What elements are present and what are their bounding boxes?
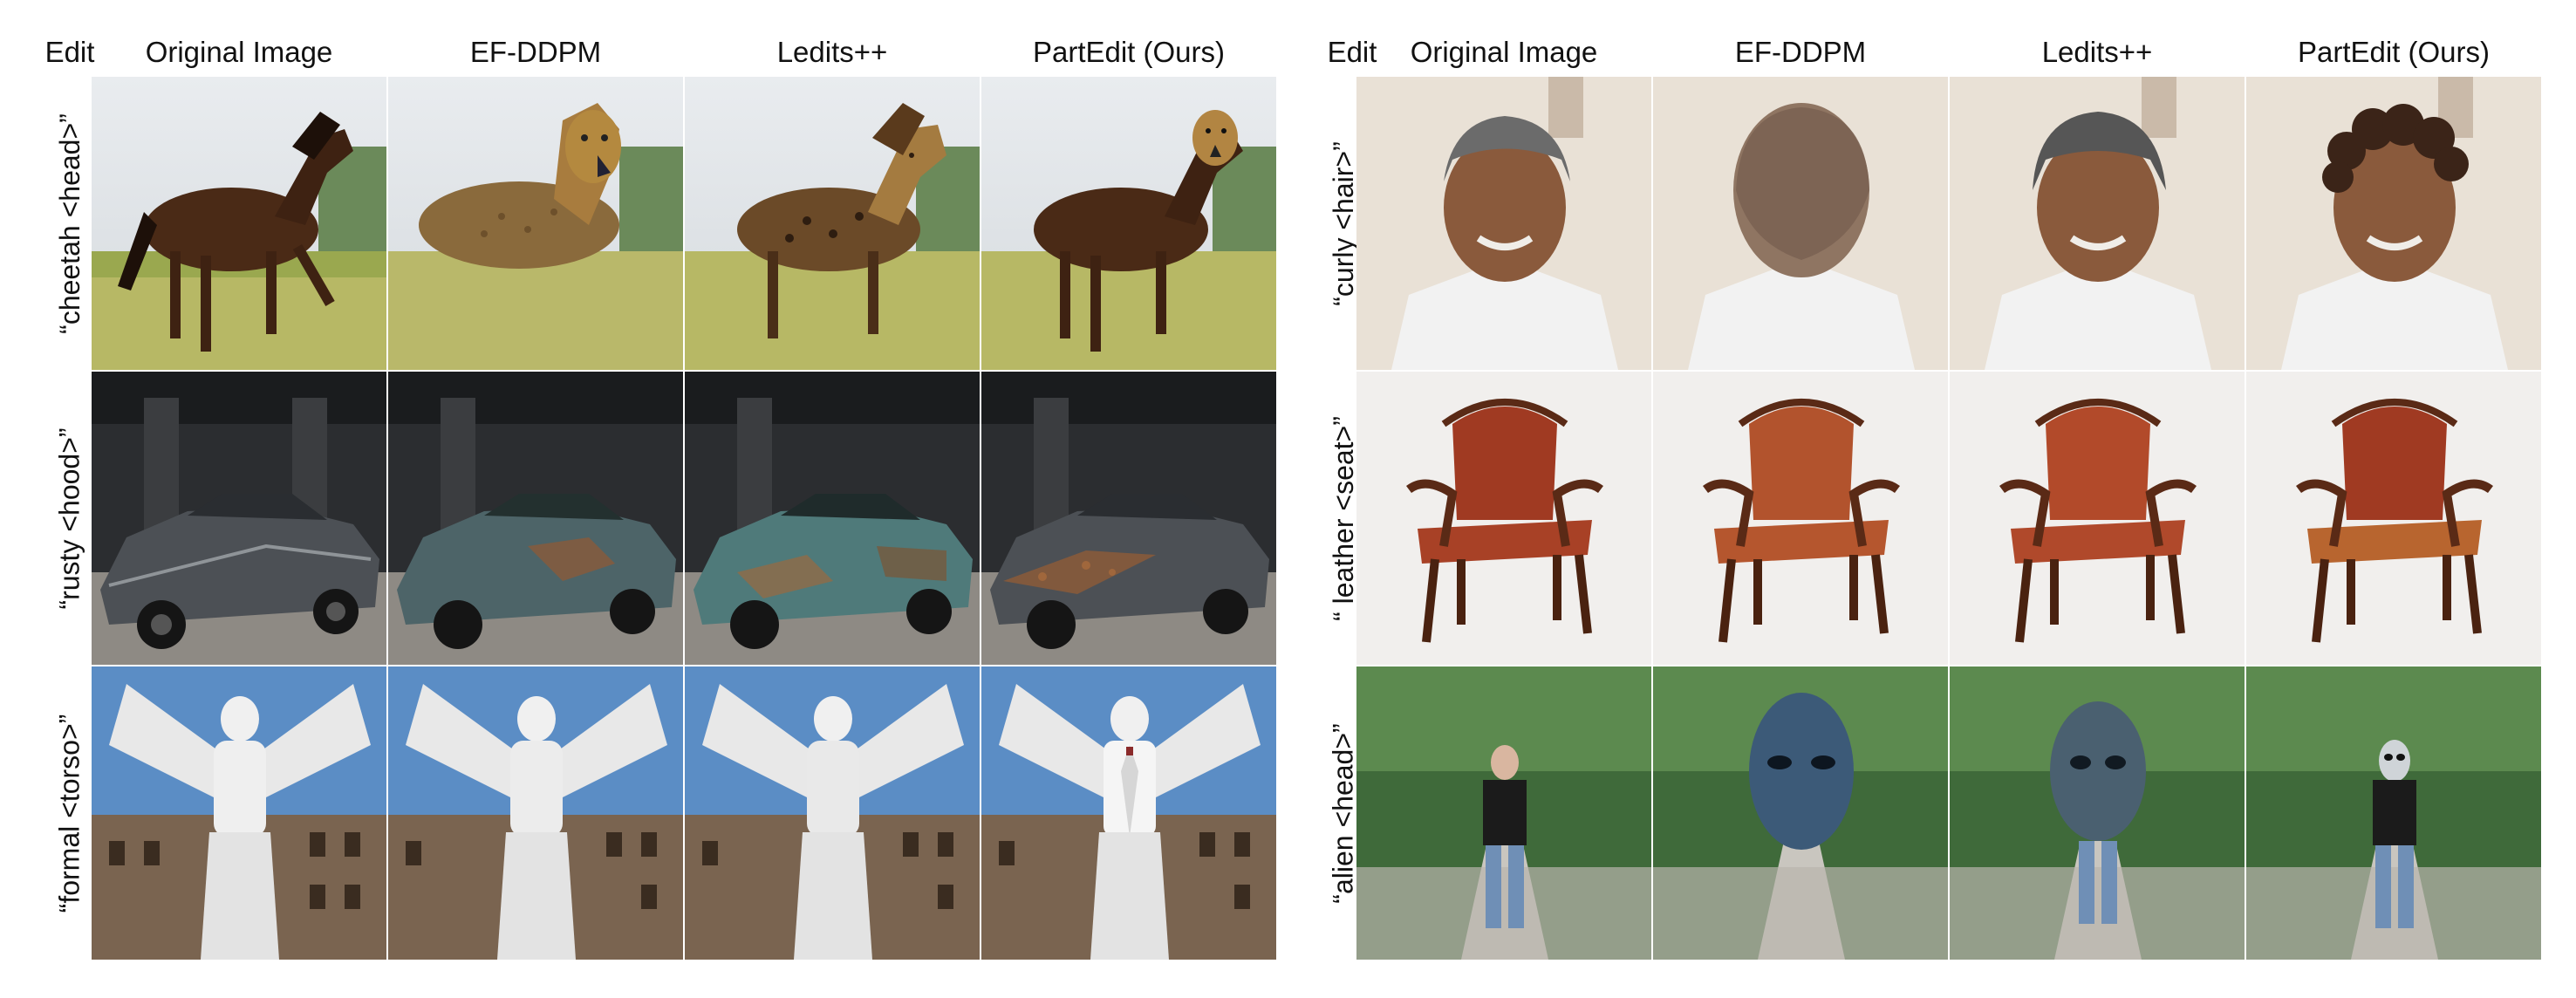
- image-chair-ledits: [1950, 372, 2245, 665]
- image-portrait-partedit: [2246, 77, 2541, 370]
- image-portrait-ef-ddpm: [1653, 77, 1948, 370]
- image-chair-original: [1356, 372, 1651, 665]
- column-header-partedit: PartEdit (Ours): [1032, 36, 1226, 68]
- image-statue-ef-ddpm: [388, 666, 683, 960]
- column-header-partedit: PartEdit (Ours): [2297, 36, 2491, 68]
- image-car-ledits: [685, 372, 980, 665]
- column-header-original: Original Image: [145, 36, 333, 68]
- image-car-partedit: [981, 372, 1276, 665]
- image-statue-original: [92, 666, 386, 960]
- image-horse-ledits: [685, 77, 980, 370]
- image-person-park-original: [1356, 666, 1651, 960]
- image-statue-ledits: [685, 666, 980, 960]
- image-statue-partedit: [981, 666, 1276, 960]
- column-header-ef-ddpm: EF-DDPM: [1734, 36, 1867, 68]
- column-header-original: Original Image: [1410, 36, 1598, 68]
- column-header-ef-ddpm: EF-DDPM: [469, 36, 602, 68]
- image-chair-ef-ddpm: [1653, 372, 1948, 665]
- image-horse-ef-ddpm: [388, 77, 683, 370]
- image-car-original: [92, 372, 386, 665]
- column-header-ledits: Ledits++: [2041, 36, 2153, 68]
- image-horse-original: [92, 77, 386, 370]
- image-horse-partedit: [981, 77, 1276, 370]
- image-car-ef-ddpm: [388, 372, 683, 665]
- image-portrait-original: [1356, 77, 1651, 370]
- left-figure-panel: Edit Original Image EF-DDPM Ledits++ Par…: [0, 0, 1288, 998]
- right-figure-panel: Edit Original Image EF-DDPM Ledits++ Par…: [1308, 0, 2576, 998]
- image-person-park-ef-ddpm: [1653, 666, 1948, 960]
- column-header-ledits: Ledits++: [776, 36, 888, 68]
- image-chair-partedit: [2246, 372, 2541, 665]
- image-person-park-partedit: [2246, 666, 2541, 960]
- image-person-park-ledits: [1950, 666, 2245, 960]
- image-portrait-ledits: [1950, 77, 2245, 370]
